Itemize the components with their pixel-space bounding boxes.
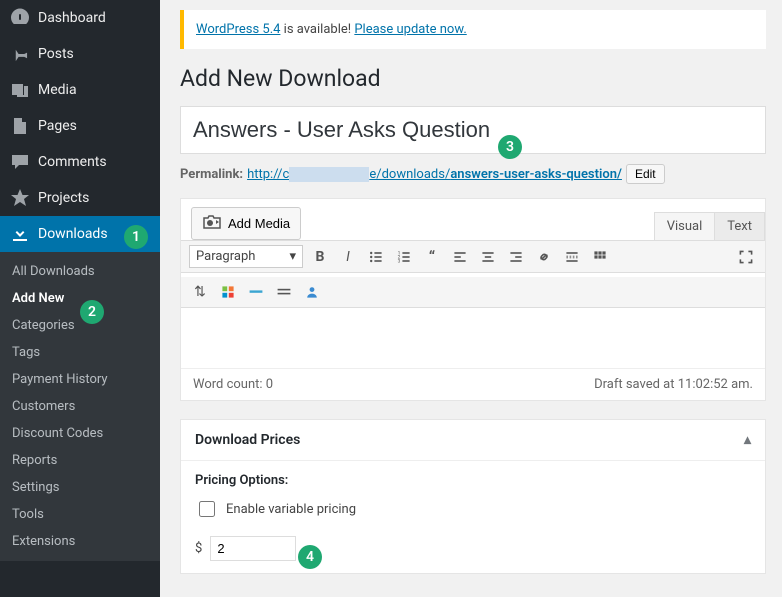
sidebar-label: Media: [38, 82, 77, 98]
prices-title: Download Prices: [195, 432, 300, 448]
sidebar-item-projects[interactable]: Projects: [0, 180, 160, 216]
permalink-row: Permalink: http://c e/downloads/answers-u…: [180, 164, 766, 184]
editor-status-bar: Word count: 0 Draft saved at 11:02:52 am…: [181, 368, 765, 400]
submenu-payment-history[interactable]: Payment History: [0, 366, 160, 393]
editor-toolbar: Paragraph ▾ B I 123 “: [181, 240, 765, 273]
gauge-icon: [10, 8, 30, 28]
step-badge-3: 3: [498, 135, 522, 159]
fullscreen-button[interactable]: [735, 246, 757, 268]
italic-button[interactable]: I: [337, 246, 359, 268]
permalink-slug: answers-user-asks-question/: [450, 167, 622, 182]
format-select[interactable]: Paragraph ▾: [189, 245, 303, 268]
hr-style2-button[interactable]: [273, 281, 295, 303]
step-badge-4: 4: [298, 545, 322, 569]
page-icon: [10, 116, 30, 136]
sidebar-item-dashboard[interactable]: Dashboard: [0, 0, 160, 36]
hr-style1-button[interactable]: [245, 281, 267, 303]
currency-symbol: $: [195, 541, 202, 556]
tab-visual[interactable]: Visual: [654, 212, 716, 240]
editor-panel: Add Media Visual Text Paragraph ▾ B I 123…: [180, 198, 766, 401]
edit-slug-button[interactable]: Edit: [626, 164, 665, 184]
submenu-reports[interactable]: Reports: [0, 447, 160, 474]
notice-text: is available!: [280, 22, 354, 37]
permalink-label: Permalink:: [180, 167, 243, 182]
grid-color-button[interactable]: [217, 281, 239, 303]
sidebar-label: Pages: [38, 118, 77, 134]
submenu-extensions[interactable]: Extensions: [0, 528, 160, 555]
star-icon: [10, 188, 30, 208]
downloads-submenu: All Downloads Add New Categories Tags Pa…: [0, 252, 160, 561]
update-now-link[interactable]: Please update now.: [354, 22, 466, 37]
submenu-discount-codes[interactable]: Discount Codes: [0, 420, 160, 447]
download-prices-panel: Download Prices ▴ Pricing Options: Enabl…: [180, 419, 766, 574]
sidebar-item-posts[interactable]: Posts: [0, 36, 160, 72]
post-title-input[interactable]: [180, 106, 766, 154]
toolbar-toggle-button[interactable]: [589, 246, 611, 268]
editor-textarea[interactable]: [181, 308, 765, 368]
main-content: WordPress 5.4 is available! Please updat…: [160, 0, 782, 597]
ul-button[interactable]: [365, 246, 387, 268]
align-center-button[interactable]: [477, 246, 499, 268]
tab-text[interactable]: Text: [715, 212, 765, 240]
step-badge-1: 1: [124, 225, 148, 249]
sidebar-label: Comments: [38, 154, 107, 170]
add-media-button[interactable]: Add Media: [191, 207, 301, 240]
chevron-down-icon: ▾: [289, 249, 296, 264]
quote-button[interactable]: “: [421, 246, 443, 268]
download-icon: [10, 224, 30, 244]
word-count: Word count: 0: [193, 377, 273, 392]
permalink-redacted: [289, 167, 369, 182]
wp-version-link[interactable]: WordPress 5.4: [196, 22, 280, 37]
align-right-button[interactable]: [505, 246, 527, 268]
sidebar-item-media[interactable]: Media: [0, 72, 160, 108]
pricing-options-label: Pricing Options:: [195, 473, 751, 488]
sidebar-label: Downloads: [38, 226, 108, 242]
admin-sidebar: Dashboard Posts Media Pages Comments Pro…: [0, 0, 160, 597]
submenu-settings[interactable]: Settings: [0, 474, 160, 501]
sidebar-label: Projects: [38, 190, 89, 206]
sidebar-label: Posts: [38, 46, 74, 62]
sidebar-label: Dashboard: [38, 10, 106, 26]
bold-button[interactable]: B: [309, 246, 331, 268]
sidebar-item-comments[interactable]: Comments: [0, 144, 160, 180]
add-media-label: Add Media: [228, 216, 290, 231]
pin-icon: [10, 44, 30, 64]
svg-text:3: 3: [398, 258, 401, 264]
comment-icon: [10, 152, 30, 172]
permalink-base: http://c: [247, 167, 289, 182]
user-icon-button[interactable]: [301, 281, 323, 303]
readmore-button[interactable]: [561, 246, 583, 268]
permalink-mid: e/downloads/: [369, 167, 450, 182]
panel-toggle-icon[interactable]: ▴: [744, 432, 751, 448]
ol-button[interactable]: 123: [393, 246, 415, 268]
format-label: Paragraph: [196, 249, 255, 264]
update-notice: WordPress 5.4 is available! Please updat…: [180, 10, 766, 49]
permalink-link[interactable]: http://c e/downloads/answers-user-asks-qu…: [247, 167, 622, 182]
editor-toolbar-row2: ⇅: [181, 277, 765, 308]
submenu-customers[interactable]: Customers: [0, 393, 160, 420]
step-badge-2: 2: [80, 300, 104, 324]
camera-icon: [202, 212, 222, 235]
align-left-button[interactable]: [449, 246, 471, 268]
sidebar-item-pages[interactable]: Pages: [0, 108, 160, 144]
submenu-all-downloads[interactable]: All Downloads: [0, 258, 160, 285]
link-button[interactable]: [533, 246, 555, 268]
draft-status: Draft saved at 11:02:52 am.: [594, 377, 753, 392]
variable-pricing-label: Enable variable pricing: [226, 502, 356, 517]
submenu-tools[interactable]: Tools: [0, 501, 160, 528]
variable-pricing-checkbox[interactable]: [199, 501, 215, 517]
sort-button[interactable]: ⇅: [189, 281, 211, 303]
page-heading: Add New Download: [180, 65, 766, 92]
media-icon: [10, 80, 30, 100]
submenu-tags[interactable]: Tags: [0, 339, 160, 366]
price-input[interactable]: [210, 536, 296, 561]
